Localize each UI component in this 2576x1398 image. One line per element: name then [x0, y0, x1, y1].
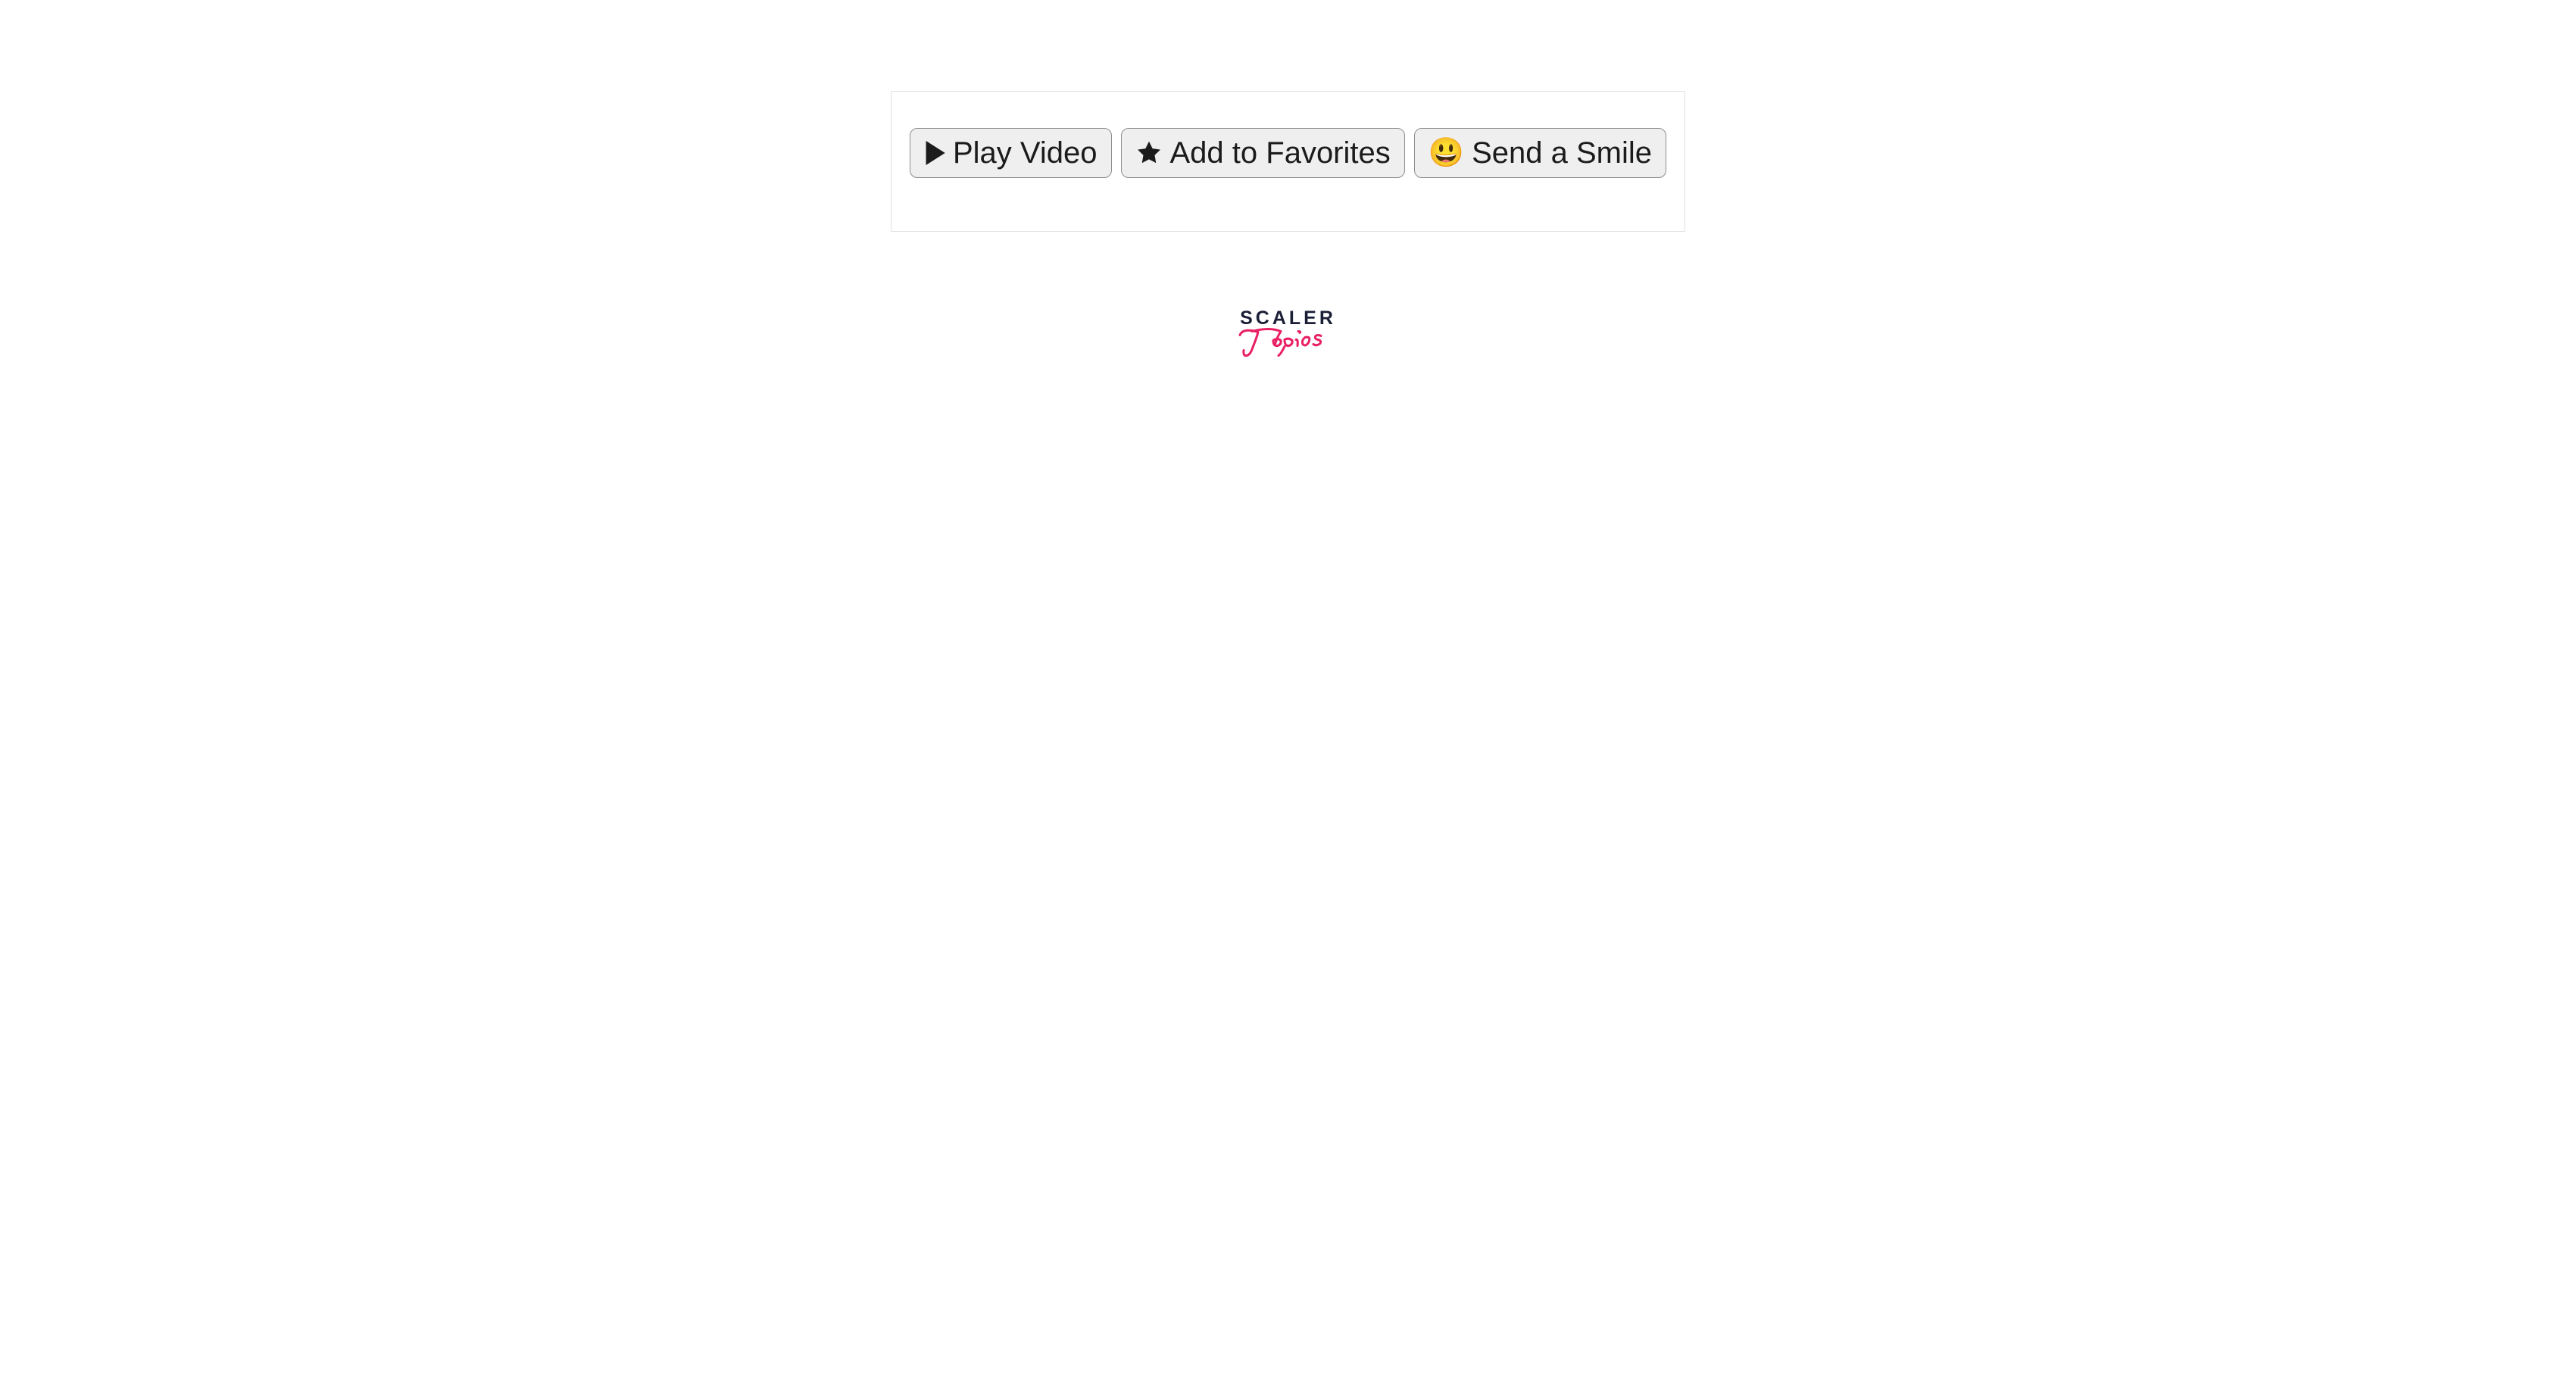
star-icon — [1135, 139, 1163, 167]
play-video-button[interactable]: Play Video — [910, 128, 1112, 178]
scaler-topics-logo: SCALER — [1235, 307, 1341, 374]
send-a-smile-button[interactable]: 😃 Send a Smile — [1414, 128, 1666, 178]
button-panel: Play Video Add to Favorites 😃 Send a Smi… — [891, 91, 1685, 232]
logo-text-topics — [1235, 320, 1341, 365]
smile-emoji-icon: 😃 — [1429, 139, 1464, 167]
play-video-label: Play Video — [953, 135, 1098, 171]
add-to-favorites-label: Add to Favorites — [1170, 135, 1391, 171]
send-a-smile-label: Send a Smile — [1472, 135, 1652, 171]
add-to-favorites-button[interactable]: Add to Favorites — [1121, 128, 1405, 178]
play-icon — [924, 141, 945, 165]
